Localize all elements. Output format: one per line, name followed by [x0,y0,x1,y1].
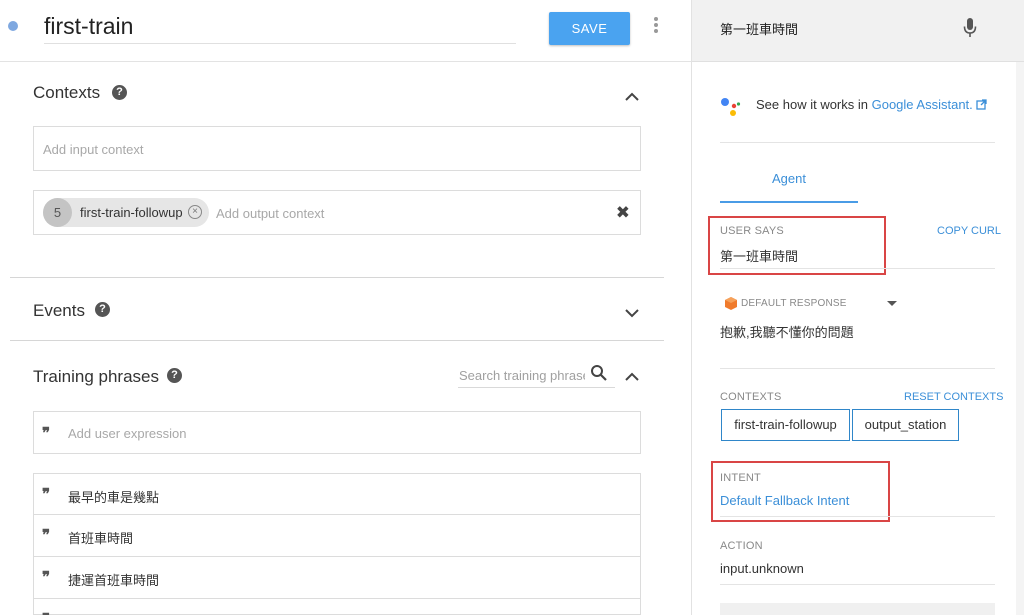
context-chip[interactable]: first-train-followup [721,409,850,441]
section-divider [10,277,664,278]
test-console: 第一班車時間 See how it works in Google Assist… [691,0,1024,615]
events-expand-chevron-icon[interactable] [624,305,640,321]
training-phrase-text[interactable]: 最早的車是幾點 [68,487,159,506]
training-phrases-title: Training phrases [33,367,159,386]
highlight-box [708,216,886,275]
events-title: Events [33,301,85,320]
intent-name-input[interactable]: first-train [44,8,516,44]
scrollbar-track[interactable] [1016,62,1024,615]
active-tab-indicator [720,201,858,203]
contexts-collapse-chevron-icon[interactable] [624,89,640,105]
google-assistant-icon [720,96,742,118]
save-button[interactable]: SAVE [549,12,630,45]
add-expression-placeholder: Add user expression [68,426,187,441]
training-phrase-row[interactable]: ❞ 首班車時間 [33,515,641,557]
training-phrase-row[interactable]: ❞ 捷運首班車時間 [33,557,641,599]
training-phrase-row[interactable]: ❞ [33,599,641,615]
quote-icon: ❞ [42,568,51,586]
search-training-phrases-input[interactable]: Search training phrases [458,364,615,388]
context-chip-label: first-train-followup [80,205,183,220]
highlight-box [711,461,890,522]
context-lifespan[interactable]: 5 [43,198,72,227]
contexts-help-icon[interactable]: ? [112,85,127,100]
quote-icon: ❞ [42,610,50,615]
quote-icon: ❞ [42,485,51,503]
remove-chip-icon[interactable]: × [188,205,202,219]
more-options-icon[interactable] [653,17,659,35]
output-context-chip[interactable]: 5 first-train-followup × [43,198,209,227]
divider [720,142,995,143]
output-context-placeholder: Add output context [216,206,325,221]
google-assistant-link[interactable]: Google Assistant. [872,97,973,112]
microphone-icon[interactable] [963,17,977,39]
input-context-placeholder: Add input context [43,142,144,157]
output-context-field[interactable]: 5 first-train-followup × Add output cont… [33,190,641,235]
quote-icon: ❞ [42,526,51,544]
training-help-icon[interactable]: ? [167,368,182,383]
search-icon[interactable] [590,364,608,382]
editor-header: first-train SAVE [0,0,691,62]
context-chip[interactable]: output_station [852,409,959,441]
quote-icon: ❞ [42,424,51,442]
action-label: ACTION [720,540,763,552]
training-collapse-chevron-icon[interactable] [624,369,640,385]
divider [720,268,995,269]
external-link-icon[interactable] [976,98,987,113]
test-query-text[interactable]: 第一班車時間 [720,19,798,38]
response-dropdown-icon[interactable] [887,301,897,306]
divider [720,584,995,585]
reset-contexts-link[interactable]: RESET CONTEXTS [904,391,1003,403]
events-help-icon[interactable]: ? [95,302,110,317]
section-divider [10,340,664,341]
copy-curl-link[interactable]: COPY CURL [937,225,1001,237]
contexts-label: CONTEXTS [720,391,782,403]
google-assistant-promo: See how it works in Google Assistant. [756,97,987,113]
training-phrase-text[interactable]: 捷運首班車時間 [68,570,159,589]
intent-editor: first-train SAVE Contexts ? Add input co… [0,0,691,615]
tab-agent[interactable]: Agent [772,171,806,186]
ga-promo-text: See how it works in [756,97,872,112]
contexts-title: Contexts [33,83,101,102]
next-section-edge [720,603,995,615]
status-dot [8,21,18,31]
search-placeholder: Search training phrases [459,368,585,383]
test-query-bar[interactable]: 第一班車時間 [692,0,1024,62]
divider [720,368,995,369]
add-user-expression-field[interactable]: ❞ Add user expression [33,411,641,454]
divider [720,516,995,517]
clear-contexts-icon[interactable]: ✖ [616,203,630,223]
training-phrase-row[interactable]: ❞ 最早的車是幾點 [33,473,641,515]
action-value: input.unknown [720,561,804,576]
response-cube-icon [725,297,737,310]
training-phrase-text[interactable]: 首班車時間 [68,528,133,547]
default-response-text: 抱歉,我聽不懂你的問題 [720,325,854,340]
default-response-label: DEFAULT RESPONSE [741,298,847,309]
input-context-field[interactable]: Add input context [33,126,641,171]
